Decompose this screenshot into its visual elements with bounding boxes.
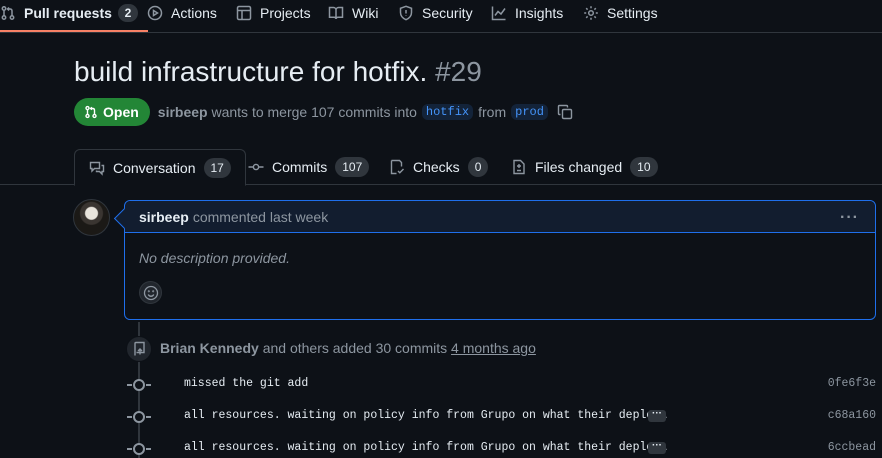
base-branch[interactable]: hotfix (421, 104, 474, 120)
push-author[interactable]: Brian Kennedy (160, 340, 259, 356)
checklist-icon (390, 159, 405, 175)
git-pull-request-icon (85, 105, 97, 119)
shield-icon (399, 5, 413, 21)
head-branch[interactable]: prod (511, 104, 548, 120)
commit-row: all resources. waiting on policy info fr… (0, 406, 882, 426)
tab-label: Commits (272, 159, 328, 175)
pr-summary: sirbeep wants to merge 107 commits into (158, 104, 417, 120)
graph-icon (491, 6, 506, 21)
author-link[interactable]: sirbeep (158, 104, 208, 120)
file-diff-icon (513, 159, 525, 175)
nav-item-label: Insights (515, 5, 564, 21)
commit-sha[interactable]: c68a160 (828, 409, 876, 422)
tab-label: Conversation (113, 159, 196, 176)
book-icon (328, 6, 344, 20)
copy-icon[interactable] (557, 104, 573, 120)
status-label: Open (103, 104, 139, 120)
commit-message[interactable]: all resources. waiting on policy info fr… (184, 441, 667, 454)
comment-discussion-icon (89, 161, 105, 176)
commit-message[interactable]: all resources. waiting on policy info fr… (184, 409, 667, 422)
push-summary: and others added 30 commits (262, 340, 448, 356)
status-badge: Open (74, 98, 150, 126)
table-icon (236, 5, 252, 21)
smiley-icon (143, 285, 158, 300)
pr-meta: Open sirbeep wants to merge 107 commits … (74, 98, 573, 126)
nav-pull-requests[interactable]: Pull requests 2 (0, 0, 148, 32)
git-commit-icon (127, 379, 151, 391)
commit-row: all resources. waiting on policy info fr… (0, 438, 882, 458)
commit-message[interactable]: missed the git add (184, 377, 308, 390)
kebab-horizontal-icon[interactable]: ··· (840, 209, 859, 227)
nav-security[interactable]: Security (388, 0, 483, 26)
tab-checks[interactable]: Checks 0 (389, 149, 489, 185)
nav-item-label: Settings (607, 5, 658, 21)
tab-label: Checks (413, 159, 460, 175)
commit-row: missed the git add 0fe6f3e (0, 374, 882, 394)
nav-item-label: Pull requests (24, 5, 112, 21)
nav-wiki[interactable]: Wiki (318, 0, 388, 26)
expand-commit-button[interactable]: ··· (648, 441, 666, 454)
repo-push-icon (126, 336, 152, 362)
tab-count: 17 (203, 157, 231, 178)
git-commit-icon (248, 163, 264, 171)
push-time[interactable]: 4 months ago (451, 340, 536, 356)
tab-conversation[interactable]: Conversation 17 (74, 149, 246, 186)
tab-count: 0 (467, 157, 489, 177)
nav-settings[interactable]: Settings (573, 0, 668, 26)
gear-icon (584, 6, 598, 20)
comment-body: No description provided. (139, 250, 290, 266)
nav-count-badge: 2 (117, 4, 138, 22)
nav-item-label: Wiki (352, 5, 379, 21)
push-event: Brian Kennedy and others added 30 commit… (160, 340, 536, 356)
page-title: build infrastructure for hotfix. #29 (74, 56, 482, 88)
nav-item-label: Security (422, 5, 473, 21)
tab-count: 10 (630, 157, 658, 177)
git-commit-icon (127, 443, 151, 455)
nav-item-label: Actions (171, 5, 217, 21)
pr-tabs: Conversation 17 Commits 107 Checks 0 Fil… (0, 149, 882, 186)
git-commit-icon (127, 411, 151, 423)
tab-files-changed[interactable]: Files changed 10 (511, 149, 658, 185)
from-text: from (478, 104, 507, 120)
tab-count: 107 (335, 157, 370, 177)
comment-header: sirbeep commented last week ··· (125, 201, 875, 233)
comment-author[interactable]: sirbeep (139, 209, 189, 225)
commit-sha[interactable]: 0fe6f3e (828, 377, 876, 390)
nav-actions[interactable]: Actions (137, 0, 227, 26)
repo-navigation: Pull requests 2 Actions Projects Wiki Se… (0, 0, 882, 33)
pr-title-text: build infrastructure for hotfix. (74, 56, 428, 87)
comment-action: commented last week (192, 208, 329, 225)
git-pull-request-icon (1, 6, 15, 20)
tab-commits[interactable]: Commits 107 (248, 149, 370, 185)
pr-number: #29 (435, 56, 482, 87)
nav-item-label: Projects (260, 5, 311, 21)
avatar[interactable] (73, 199, 110, 236)
add-reaction-button[interactable] (139, 281, 162, 304)
expand-commit-button[interactable]: ··· (648, 409, 666, 422)
nav-projects[interactable]: Projects (226, 0, 321, 26)
comment-card: sirbeep commented last week ··· No descr… (124, 200, 876, 320)
play-icon (147, 5, 163, 21)
commit-sha[interactable]: 6ccbead (828, 441, 876, 454)
nav-insights[interactable]: Insights (481, 0, 573, 26)
tab-label: Files changed (535, 159, 623, 175)
merge-text: wants to merge 107 commits into (211, 104, 417, 120)
